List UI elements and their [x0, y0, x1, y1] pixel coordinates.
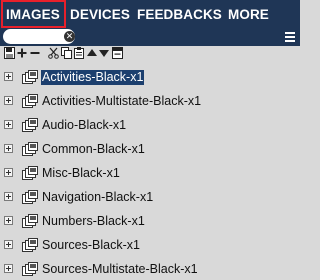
tree-item-label: Sources-Multistate-Black-x1: [42, 262, 198, 276]
cut-icon[interactable]: [48, 47, 60, 60]
tree-item-label: Numbers-Black-x1: [42, 214, 145, 228]
tree-item-numbers-black-x1[interactable]: Numbers-Black-x1: [0, 211, 300, 232]
tree-item-common-black-x1[interactable]: Common-Black-x1: [0, 139, 300, 160]
collapse-icon[interactable]: [112, 47, 124, 60]
move-down-icon[interactable]: [99, 47, 111, 60]
copy-icon[interactable]: [61, 47, 73, 60]
expand-icon[interactable]: [4, 120, 13, 129]
expand-icon[interactable]: [4, 144, 13, 153]
image-folder-icon: [22, 142, 38, 156]
tab-more[interactable]: MORE: [228, 0, 269, 28]
image-folder-icon: [22, 94, 38, 108]
image-folder-icon: [22, 118, 38, 132]
image-folder-icon: [22, 238, 38, 252]
expand-icon[interactable]: [4, 168, 13, 177]
remove-icon[interactable]: [30, 47, 42, 60]
image-folder-icon: [22, 262, 38, 276]
tree-item-navigation-black-x1[interactable]: Navigation-Black-x1: [0, 187, 300, 208]
image-folder-icon: [22, 214, 38, 228]
tree-item-label: Misc-Black-x1: [42, 166, 120, 180]
top-navigation: IMAGES DEVICES FEEDBACKS MORE: [0, 0, 300, 28]
close-circle-icon[interactable]: ✕: [64, 31, 75, 42]
image-browser-panel: IMAGES DEVICES FEEDBACKS MORE ✕ Activiti…: [0, 0, 300, 278]
tree-item-sources-black-x1[interactable]: Sources-Black-x1: [0, 235, 300, 256]
tab-images[interactable]: IMAGES: [1, 0, 66, 28]
tree-item-audio-black-x1[interactable]: Audio-Black-x1: [0, 115, 300, 136]
expand-icon[interactable]: [4, 240, 13, 249]
tab-feedbacks[interactable]: FEEDBACKS: [137, 0, 222, 28]
expand-icon[interactable]: [4, 264, 13, 273]
expand-icon[interactable]: [4, 216, 13, 225]
expand-icon[interactable]: [4, 96, 13, 105]
image-folder-icon: [22, 70, 38, 84]
tab-devices[interactable]: DEVICES: [70, 0, 130, 28]
save-icon[interactable]: [4, 47, 16, 60]
tree-item-label: Common-Black-x1: [42, 142, 145, 156]
tree-item-label: Navigation-Black-x1: [42, 190, 154, 204]
tree-item-activities-black-x1[interactable]: Activities-Black-x1: [0, 67, 300, 88]
expand-icon[interactable]: [4, 72, 13, 81]
tree-toolbar: [0, 46, 300, 62]
tree-item-label: Activities-Black-x1: [41, 70, 145, 85]
tree-item-label: Sources-Black-x1: [42, 238, 140, 252]
tree-item-label: Activities-Multistate-Black-x1: [42, 94, 202, 108]
expand-icon[interactable]: [4, 192, 13, 201]
tree-item-label: Audio-Black-x1: [42, 118, 127, 132]
hamburger-menu-icon[interactable]: [285, 32, 295, 42]
tree-item-misc-black-x1[interactable]: Misc-Black-x1: [0, 163, 300, 184]
add-icon[interactable]: [17, 47, 29, 60]
image-folder-icon: [22, 166, 38, 180]
image-tree: Activities-Black-x1 Activities-Multistat…: [0, 62, 300, 278]
search-bar: ✕: [0, 28, 300, 46]
tree-item-sources-multistate-black-x1[interactable]: Sources-Multistate-Black-x1: [0, 259, 300, 280]
move-up-icon[interactable]: [87, 47, 99, 60]
tree-item-activities-multistate-black-x1[interactable]: Activities-Multistate-Black-x1: [0, 91, 300, 112]
paste-icon[interactable]: [74, 47, 86, 60]
image-folder-icon: [22, 190, 38, 204]
